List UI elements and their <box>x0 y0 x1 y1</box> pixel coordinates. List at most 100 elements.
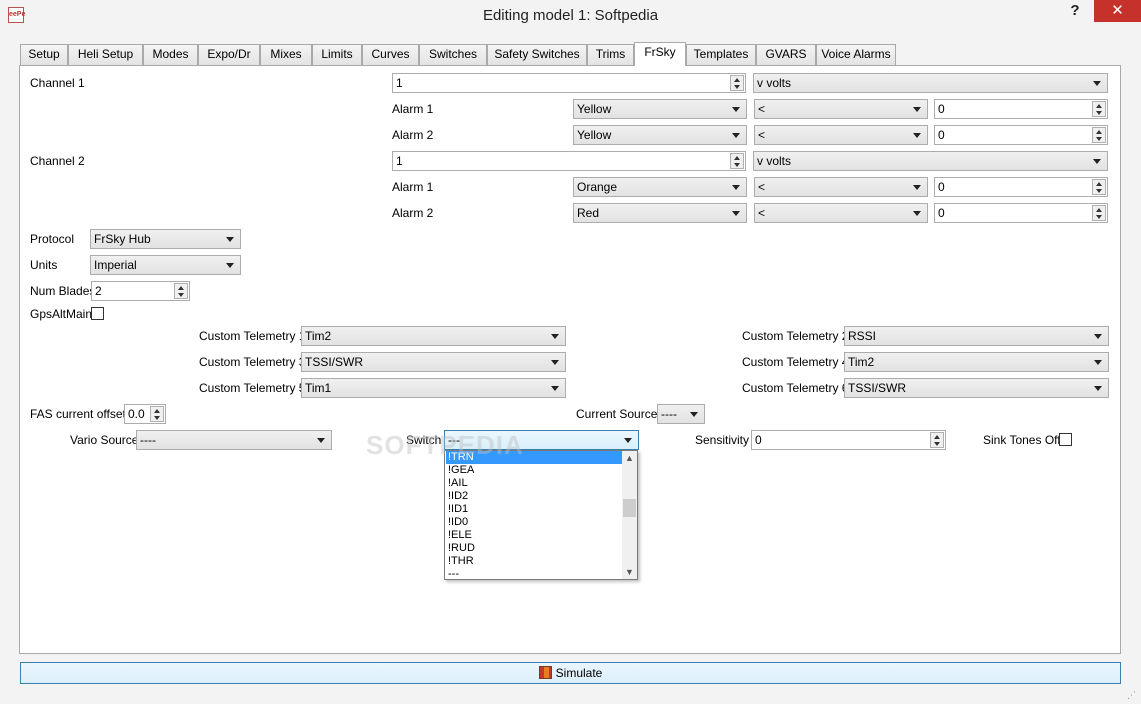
chevron-down-icon <box>690 412 698 417</box>
vario-source-combo[interactable]: ---- <box>136 430 332 450</box>
protocol-label: Protocol <box>30 232 75 246</box>
tab-templates[interactable]: Templates <box>686 44 756 65</box>
dropdown-scrollbar[interactable]: ▲ ▼ <box>622 451 637 579</box>
tab-gvars[interactable]: GVARS <box>756 44 816 65</box>
vario-source-label: Vario Source <box>70 433 139 447</box>
channel2-alarm2-color-combo[interactable]: Red <box>573 203 747 223</box>
tab-switches[interactable]: Switches <box>419 44 487 65</box>
custom-telemetry-5-label: Custom Telemetry 5 <box>199 381 306 395</box>
custom-telemetry-2-combo[interactable]: RSSI <box>844 326 1109 346</box>
current-source-label: Current Source <box>576 407 658 421</box>
tab-mixes[interactable]: Mixes <box>260 44 312 65</box>
chevron-down-icon <box>913 185 921 190</box>
fas-offset-spinbox[interactable]: 0.0 <box>124 404 166 424</box>
channel1-alarm2-color-combo[interactable]: Yellow <box>573 125 747 145</box>
channel2-unit-combo[interactable]: v volts <box>753 151 1108 171</box>
switch-combo[interactable]: --- <box>444 430 639 450</box>
channel1-unit-combo[interactable]: v volts <box>753 73 1108 93</box>
simulate-label: Simulate <box>555 666 603 680</box>
chevron-down-icon <box>913 133 921 138</box>
simulate-button[interactable]: Simulate <box>20 662 1121 684</box>
chevron-down-icon <box>317 438 325 443</box>
chevron-down-icon <box>913 211 921 216</box>
tab-safety-switches[interactable]: Safety Switches <box>487 44 587 65</box>
chevron-down-icon <box>732 133 740 138</box>
num-blades-spinbox[interactable]: 2 <box>91 281 190 301</box>
sensitivity-spinbox[interactable]: 0 <box>751 430 946 450</box>
channel2-alarm2-label: Alarm 2 <box>392 206 434 220</box>
channel2-alarm1-op-combo[interactable]: < <box>754 177 928 197</box>
chevron-down-icon <box>226 237 234 242</box>
custom-telemetry-5-combo[interactable]: Tim1 <box>301 378 566 398</box>
custom-telemetry-3-combo[interactable]: TSSI/SWR <box>301 352 566 372</box>
chevron-down-icon <box>1093 159 1101 164</box>
channel1-ratio-spinbox[interactable]: 1 <box>392 73 746 93</box>
list-item[interactable]: !ID0 <box>446 516 622 529</box>
tab-expo-dr[interactable]: Expo/Dr <box>198 44 260 65</box>
list-item[interactable]: !GEA <box>446 464 622 477</box>
list-item[interactable]: !RUD <box>446 542 622 555</box>
channel2-alarm1-value-spinbox[interactable]: 0 <box>934 177 1108 197</box>
tab-curves[interactable]: Curves <box>362 44 419 65</box>
chevron-up-icon[interactable]: ▲ <box>622 451 637 465</box>
tab-voice-alarms[interactable]: Voice Alarms <box>816 44 896 65</box>
custom-telemetry-4-combo[interactable]: Tim2 <box>844 352 1109 372</box>
custom-telemetry-3-label: Custom Telemetry 3 <box>199 355 306 369</box>
units-combo[interactable]: Imperial <box>90 255 241 275</box>
custom-telemetry-1-combo[interactable]: Tim2 <box>301 326 566 346</box>
custom-telemetry-4-label: Custom Telemetry 4 <box>742 355 849 369</box>
list-item[interactable]: !THR <box>446 555 622 568</box>
sensitivity-label: Sensitivity <box>695 433 750 447</box>
tab-modes[interactable]: Modes <box>143 44 198 65</box>
help-button[interactable]: ? <box>1066 2 1084 22</box>
tab-limits[interactable]: Limits <box>312 44 362 65</box>
list-item[interactable]: !ID2 <box>446 490 622 503</box>
channel2-alarm2-value-spinbox[interactable]: 0 <box>934 203 1108 223</box>
units-label: Units <box>30 258 58 272</box>
tab-frsky[interactable]: FrSky <box>634 42 686 66</box>
tab-trims[interactable]: Trims <box>587 44 634 65</box>
channel1-alarm2-op-combo[interactable]: < <box>754 125 928 145</box>
simulate-icon <box>538 666 552 679</box>
current-source-combo[interactable]: ---- <box>657 404 705 424</box>
tab-setup[interactable]: Setup <box>20 44 68 65</box>
gps-alt-main-checkbox[interactable] <box>91 307 104 320</box>
chevron-down-icon <box>1093 81 1101 86</box>
close-button[interactable]: ✕ <box>1094 0 1141 22</box>
scrollbar-thumb[interactable] <box>623 499 636 517</box>
custom-telemetry-2-label: Custom Telemetry 2 <box>742 329 849 343</box>
channel2-alarm2-op-combo[interactable]: < <box>754 203 928 223</box>
list-item[interactable]: !TRN <box>446 451 622 464</box>
list-item[interactable]: !AIL <box>446 477 622 490</box>
tab-heli-setup[interactable]: Heli Setup <box>68 44 143 65</box>
protocol-combo[interactable]: FrSky Hub <box>90 229 241 249</box>
chevron-down-icon <box>732 211 740 216</box>
chevron-down-icon <box>913 107 921 112</box>
app-icon: eePe <box>8 7 25 23</box>
list-item[interactable]: !ID1 <box>446 503 622 516</box>
channel1-alarm1-value-spinbox[interactable]: 0 <box>934 99 1108 119</box>
fas-offset-label: FAS current offset <box>30 407 126 421</box>
num-blades-label: Num Blades <box>30 284 96 298</box>
chevron-down-icon <box>732 185 740 190</box>
channel1-alarm1-color-combo[interactable]: Yellow <box>573 99 747 119</box>
chevron-down-icon <box>1094 386 1102 391</box>
channel1-alarm2-value-spinbox[interactable]: 0 <box>934 125 1108 145</box>
chevron-down-icon <box>226 263 234 268</box>
custom-telemetry-6-combo[interactable]: TSSI/SWR <box>844 378 1109 398</box>
list-item[interactable]: !ELE <box>446 529 622 542</box>
chevron-down-icon <box>551 360 559 365</box>
list-item[interactable]: --- <box>446 568 622 581</box>
channel1-alarm1-op-combo[interactable]: < <box>754 99 928 119</box>
channel1-alarm2-label: Alarm 2 <box>392 128 434 142</box>
resize-grip-icon[interactable]: ⋰ <box>1127 690 1139 702</box>
channel1-label: Channel 1 <box>30 76 85 90</box>
channel2-ratio-spinbox[interactable]: 1 <box>392 151 746 171</box>
sink-tones-checkbox[interactable] <box>1059 433 1072 446</box>
chevron-down-icon <box>1094 334 1102 339</box>
switch-dropdown-list[interactable]: !TRN !GEA !AIL !ID2 !ID1 !ID0 !ELE !RUD … <box>444 450 638 580</box>
chevron-down-icon <box>732 107 740 112</box>
channel2-alarm1-color-combo[interactable]: Orange <box>573 177 747 197</box>
chevron-down-icon[interactable]: ▼ <box>622 565 637 579</box>
chevron-down-icon <box>624 438 632 443</box>
